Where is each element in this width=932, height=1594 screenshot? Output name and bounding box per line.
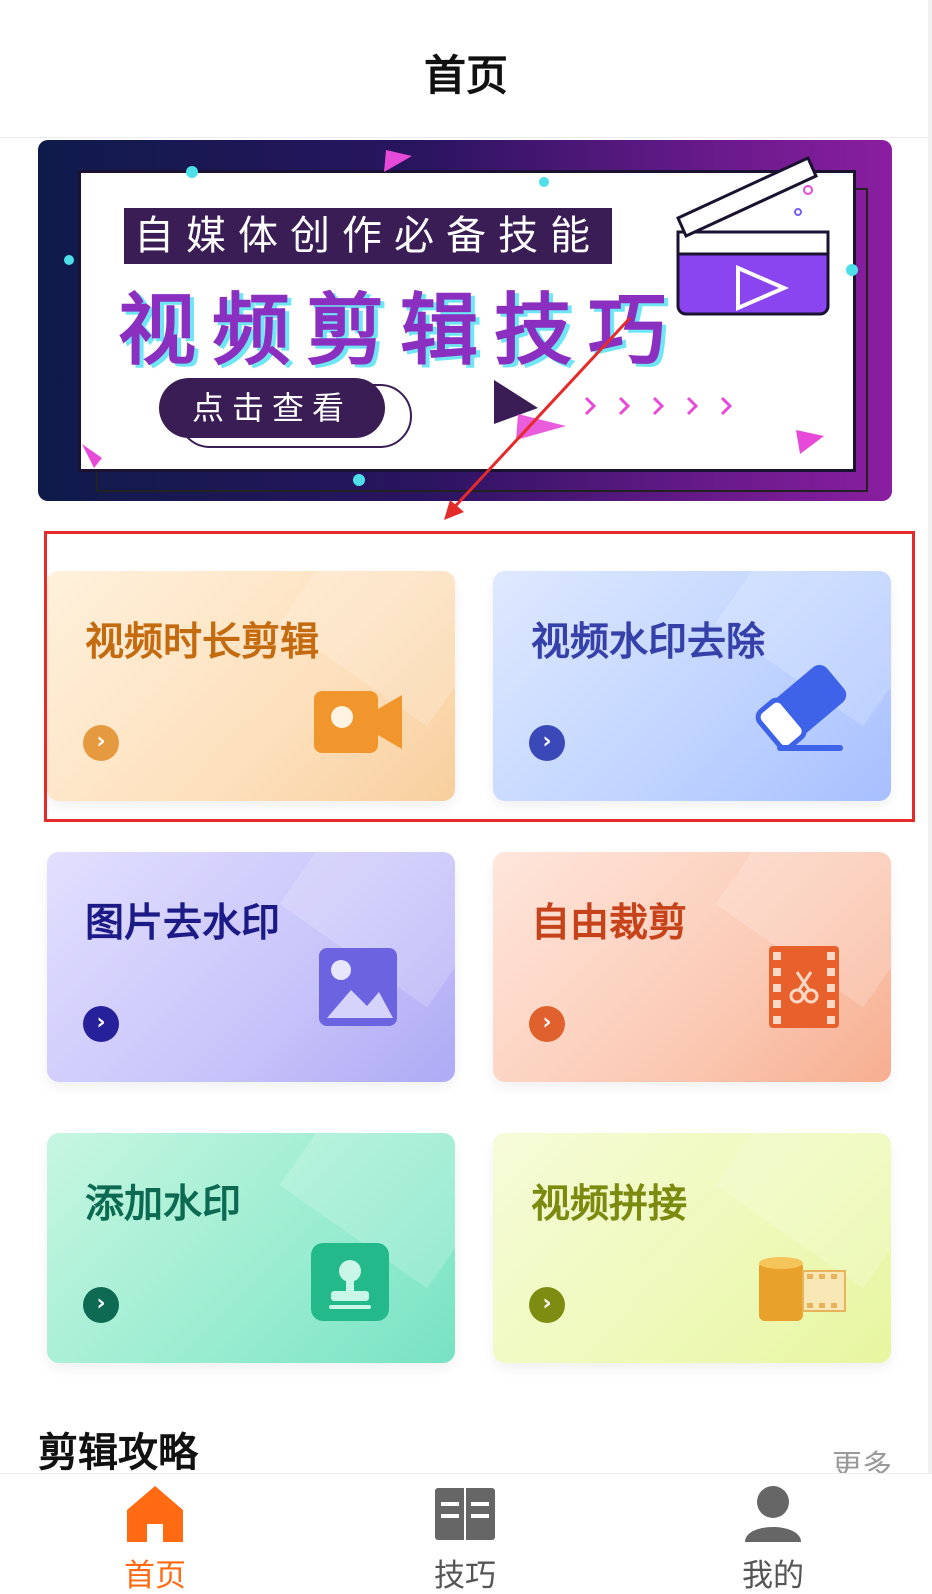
tool-card-add-watermark[interactable]: 添加水印 › [47,1133,455,1363]
tab-mine[interactable]: 我的 [673,1474,873,1594]
home-icon [127,1486,183,1542]
book-icon [435,1488,495,1540]
page-title: 首页 [423,51,508,100]
section-title: 剪辑攻略 [38,1430,198,1476]
tool-card-image-watermark-remove[interactable]: 图片去水印 › [47,852,455,1082]
tab-home[interactable]: 首页 [55,1474,255,1594]
banner-tagline: 自媒体创作必备技能 [124,208,612,264]
banner-headline: 视频剪辑技巧 [118,286,683,376]
stamp-icon [311,1243,389,1321]
clapperboard-icon [676,156,830,316]
view-now-button[interactable]: 点击查看 [159,378,385,438]
tool-card-label: 添加水印 [85,1182,242,1227]
tab-label: 首页 [124,1558,186,1594]
tool-card-label: 视频拼接 [531,1182,688,1227]
chevron-right-icon[interactable]: › [83,1006,119,1042]
header-bar: 首页 [0,0,932,138]
promo-banner[interactable]: 自媒体创作必备技能 视频剪辑技巧 点击查看 [38,140,892,501]
tool-card-free-crop[interactable]: 自由裁剪 › [493,852,891,1082]
tool-card-video-merge[interactable]: 视频拼接 › [493,1133,891,1363]
tool-card-label: 自由裁剪 [531,901,688,946]
user-icon [745,1486,801,1542]
tool-card-label: 图片去水印 [85,901,281,946]
annotation-highlight-box [44,531,915,822]
film-scissors-icon [769,946,839,1028]
scrollbar-track [928,0,932,1594]
tab-label: 技巧 [434,1558,496,1594]
tab-label: 我的 [742,1558,804,1594]
film-reel-icon [759,1257,846,1321]
bottom-tab-bar: 首页 技巧 我的 [0,1473,932,1594]
tab-tips[interactable]: 技巧 [365,1474,565,1594]
chevron-right-icon[interactable]: › [529,1006,565,1042]
image-icon [319,948,397,1026]
chevron-right-icon[interactable]: › [83,1287,119,1323]
chevron-right-icon[interactable]: › [529,1287,565,1323]
